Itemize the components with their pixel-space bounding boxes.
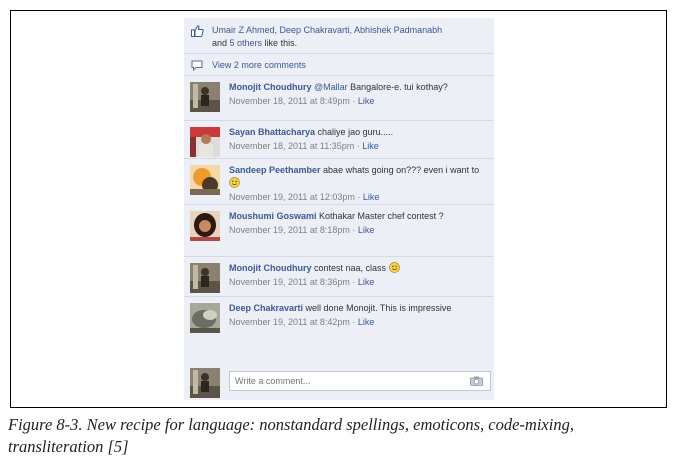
- comment-timestamp[interactable]: November 18, 2011 at 8:49pm: [229, 96, 350, 106]
- figure-caption: Figure 8-3. New recipe for language: non…: [8, 415, 574, 456]
- write-comment-input[interactable]: Write a comment...: [229, 371, 491, 391]
- comment-like-link[interactable]: Like: [358, 277, 375, 287]
- avatar[interactable]: [190, 303, 220, 333]
- meta-separator: ·: [349, 317, 358, 327]
- comment-item: Monojit Choudhury @Mallar Bangalore-e. t…: [184, 76, 494, 121]
- comment-item: Sayan Bhattacharya chaliye jao guru.....…: [184, 121, 494, 159]
- comment-author-link[interactable]: Deep Chakravarti: [229, 303, 303, 313]
- avatar[interactable]: [190, 82, 220, 112]
- comment-timestamp[interactable]: November 19, 2011 at 8:18pm: [229, 225, 350, 235]
- comment-bubble-icon: [191, 60, 203, 71]
- comment-timestamp[interactable]: November 19, 2011 at 12:03pm: [229, 192, 355, 202]
- view-more-comments-row[interactable]: View 2 more comments: [184, 54, 494, 76]
- comment-text: Bangalore-e. tui kothay?: [347, 82, 448, 92]
- meta-separator: ·: [354, 192, 363, 202]
- comment-text: abae whats going on??? even i want to: [320, 165, 480, 175]
- comment-timestamp[interactable]: November 19, 2011 at 8:42pm: [229, 317, 350, 327]
- comment-text: well done Monojit. This is impressive: [303, 303, 452, 313]
- likes-summary: Umair Z Ahmed, Deep Chakravarti, Abhishe…: [184, 18, 494, 54]
- likes-and-text: and: [212, 38, 230, 48]
- liker-names-link[interactable]: Umair Z Ahmed, Deep Chakravarti, Abhishe…: [212, 25, 442, 35]
- comment-author-link[interactable]: Monojit Choudhury: [229, 82, 311, 92]
- comment-like-link[interactable]: Like: [358, 317, 375, 327]
- avatar[interactable]: [190, 263, 220, 293]
- comment-author-link[interactable]: Moushumi Goswami: [229, 211, 317, 221]
- others-link[interactable]: 5 others: [230, 38, 263, 48]
- meta-separator: ·: [349, 225, 358, 235]
- avatar[interactable]: [190, 211, 220, 241]
- comment-like-link[interactable]: Like: [358, 96, 375, 106]
- comment-item: Monojit Choudhury contest naa, class Nov…: [184, 257, 494, 297]
- camera-icon[interactable]: [470, 376, 483, 386]
- comment-text: contest naa, class: [311, 263, 389, 273]
- comments-panel: Umair Z Ahmed, Deep Chakravarti, Abhishe…: [184, 18, 494, 400]
- view-more-comments-link[interactable]: View 2 more comments: [212, 59, 306, 71]
- comment-text: chaliye jao guru.....: [315, 127, 394, 137]
- mention-link[interactable]: @Mallar: [314, 82, 348, 92]
- comment-text: Kothakar Master chef contest ?: [316, 211, 444, 221]
- smile-emoticon: [388, 262, 400, 273]
- comment-item: Deep Chakravarti well done Monojit. This…: [184, 297, 494, 366]
- comment-author-link[interactable]: Sayan Bhattacharya: [229, 127, 315, 137]
- comment-like-link[interactable]: Like: [363, 192, 380, 202]
- avatar[interactable]: [190, 165, 220, 195]
- comment-like-link[interactable]: Like: [358, 225, 375, 235]
- meta-separator: ·: [349, 96, 358, 106]
- comment-author-link[interactable]: Sandeep Peethamber: [229, 165, 321, 175]
- comment-timestamp[interactable]: November 19, 2011 at 8:36pm: [229, 277, 350, 287]
- write-comment-row: Write a comment...: [184, 366, 494, 400]
- comment-author-link[interactable]: Monojit Choudhury: [229, 263, 311, 273]
- comment-item: Sandeep Peethamber abae whats going on??…: [184, 159, 494, 205]
- comment-like-link[interactable]: Like: [362, 141, 379, 151]
- avatar[interactable]: [190, 127, 220, 157]
- write-comment-placeholder: Write a comment...: [235, 376, 311, 386]
- avatar[interactable]: [190, 368, 220, 398]
- comment-item: Moushumi Goswami Kothakar Master chef co…: [184, 205, 494, 257]
- smile-emoticon: [229, 177, 240, 188]
- meta-separator: ·: [349, 277, 358, 287]
- comment-timestamp[interactable]: November 18, 2011 at 11:35pm: [229, 141, 354, 151]
- like-this-text: like this.: [262, 38, 298, 48]
- thumbs-up-icon[interactable]: [191, 25, 204, 37]
